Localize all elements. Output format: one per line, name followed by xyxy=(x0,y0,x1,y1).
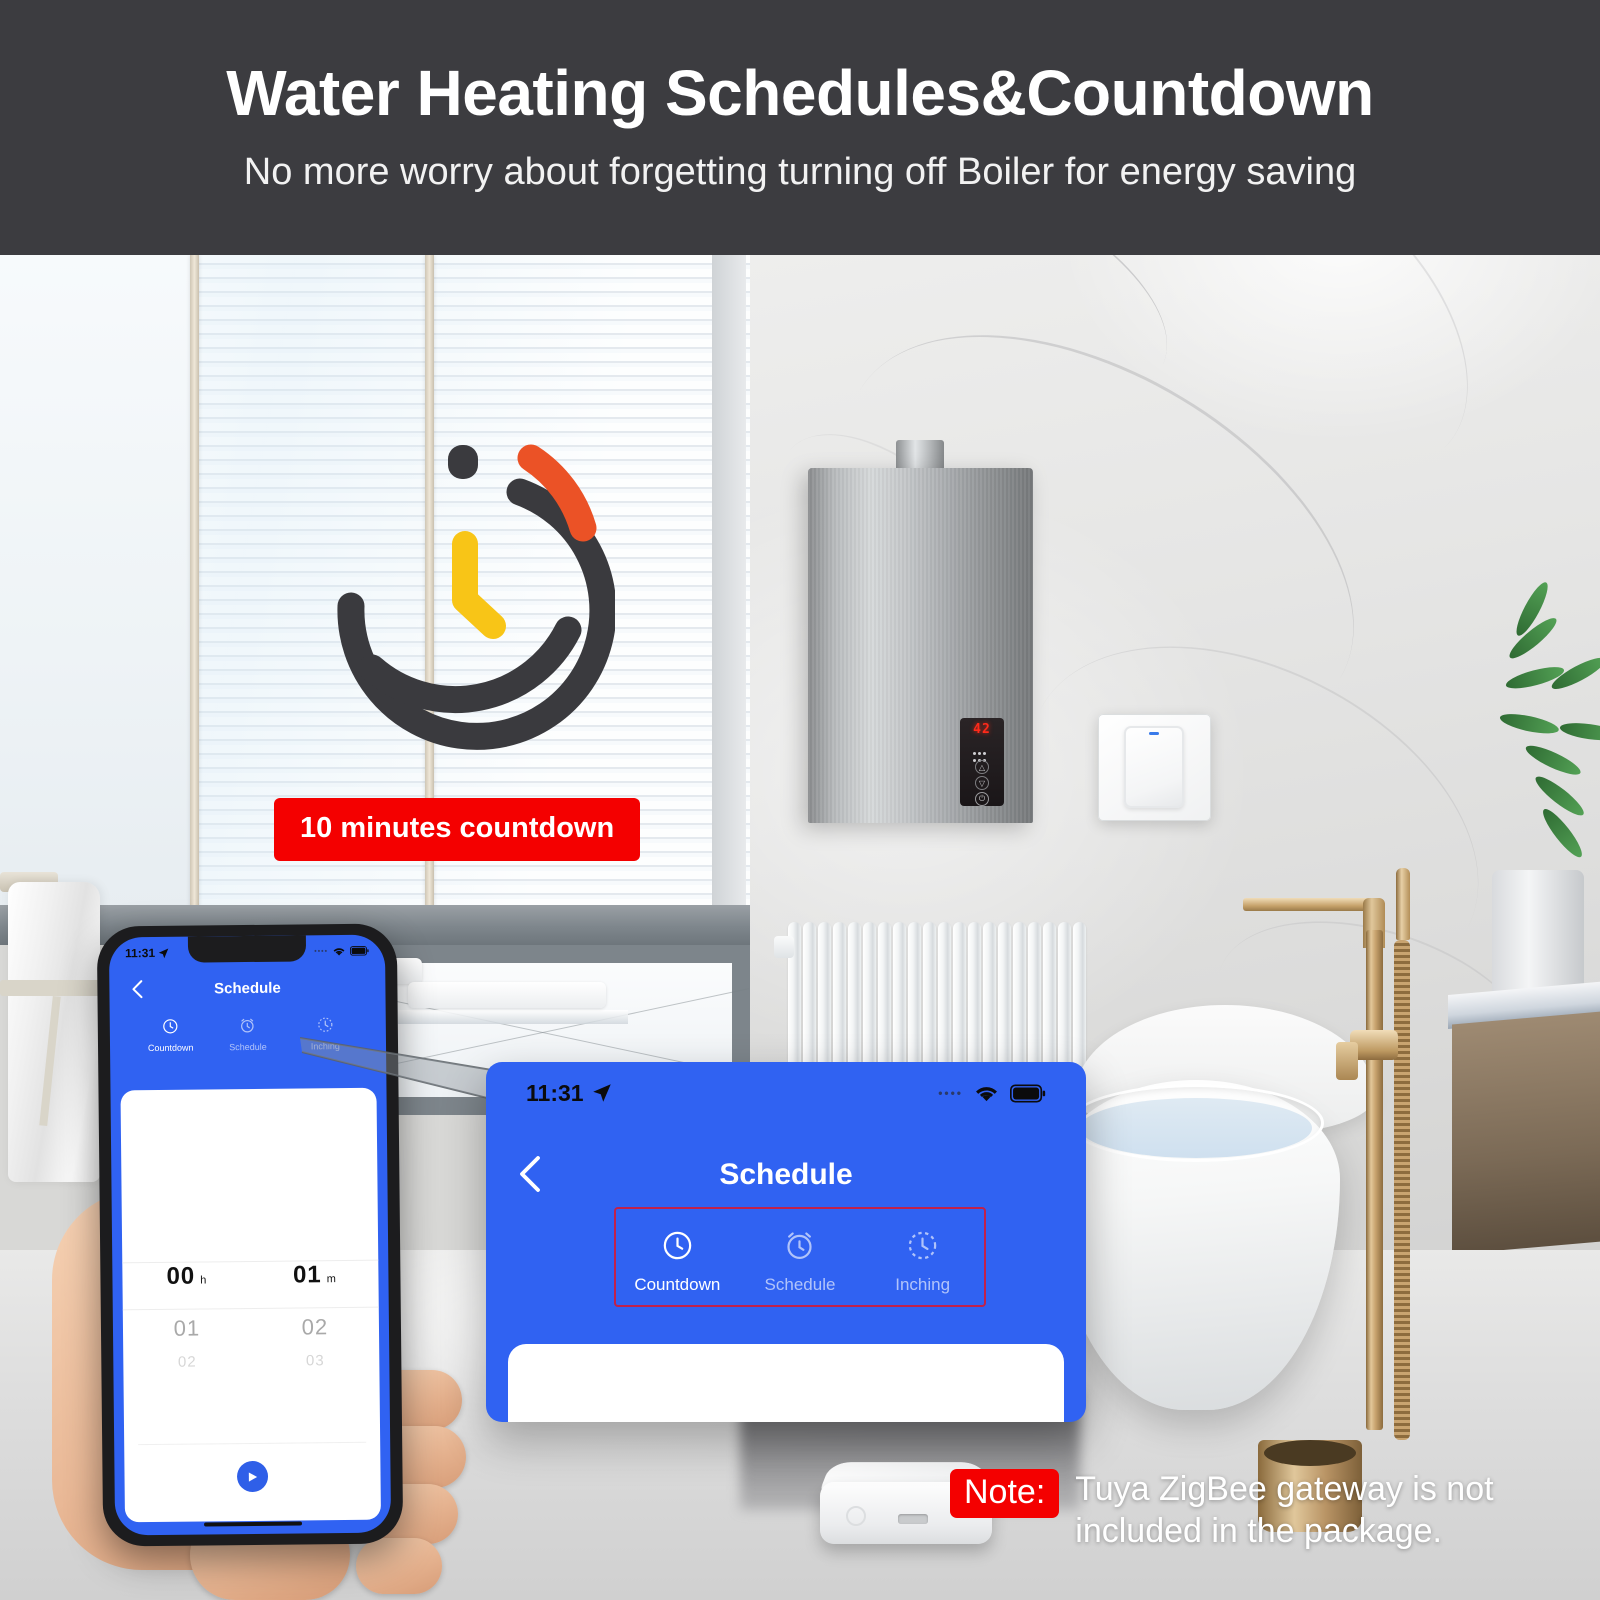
chevron-down-icon[interactable]: ▽ xyxy=(975,776,989,790)
phone-content-card: 00 h 01 m 01 02 02 03 xyxy=(120,1087,381,1523)
wall-corner-strip xyxy=(712,255,746,935)
time-picker-selected-row[interactable]: 00 h 01 m xyxy=(122,1259,379,1311)
home-indicator xyxy=(204,1521,303,1527)
minutes-unit: m xyxy=(326,1273,336,1286)
tab-countdown[interactable]: Countdown xyxy=(619,1226,735,1295)
signal-dots-icon: •••• xyxy=(314,947,329,955)
page-title: Schedule xyxy=(213,979,281,998)
power-icon[interactable]: ⏻ xyxy=(975,792,989,806)
gateway-reset-button[interactable] xyxy=(846,1506,866,1526)
tab-countdown[interactable]: Countdown xyxy=(134,1014,206,1053)
clock-icon xyxy=(134,1014,206,1037)
tab-label: Inching xyxy=(895,1274,951,1294)
switch-led-indicator xyxy=(1149,732,1159,735)
hours-next2-value: 02 xyxy=(177,1353,197,1371)
start-countdown-button[interactable] xyxy=(236,1460,269,1493)
divider xyxy=(138,1441,367,1446)
wifi-icon xyxy=(976,1086,997,1101)
status-time: 11:31 xyxy=(124,945,156,961)
stopwatch-icon xyxy=(315,440,617,785)
alarm-clock-icon xyxy=(742,1226,858,1266)
page-subtitle: No more worry about forgetting turning o… xyxy=(243,151,1357,193)
hours-picker[interactable]: 00 h xyxy=(122,1262,250,1309)
countdown-badge: 10 minutes countdown xyxy=(274,798,641,861)
window-mullion xyxy=(190,255,199,915)
mode-tabs-highlight-box: Countdown Schedule Inching xyxy=(614,1207,986,1307)
tab-label: Countdown xyxy=(634,1274,721,1294)
status-time: 11:31 xyxy=(526,1079,584,1106)
minutes-value: 01 xyxy=(292,1261,322,1289)
tablet-content-card xyxy=(508,1344,1064,1422)
gateway-usb-port xyxy=(898,1514,928,1524)
switch-rocker[interactable] xyxy=(1124,726,1184,808)
page-title: Schedule xyxy=(719,1158,853,1191)
phone-notch xyxy=(187,935,307,963)
folded-towel xyxy=(408,982,606,1008)
note-text: Tuya ZigBee gateway is not included in t… xyxy=(1075,1470,1494,1550)
chevron-up-icon[interactable]: △ xyxy=(975,760,989,774)
minutes-picker[interactable]: 01 m xyxy=(250,1261,378,1308)
play-icon xyxy=(248,1471,258,1482)
minutes-next2-value: 03 xyxy=(305,1352,325,1370)
battery-icon xyxy=(1010,1084,1046,1103)
package-note: Note: Tuya ZigBee gateway is not include… xyxy=(950,1469,1570,1552)
bucket-opening xyxy=(1264,1440,1356,1466)
glass-shelf xyxy=(398,1010,628,1024)
battery-icon xyxy=(350,946,369,956)
tab-label: Schedule xyxy=(764,1274,836,1294)
radiator-cap xyxy=(774,936,794,958)
faucet-handle[interactable] xyxy=(1336,1042,1358,1080)
page-title: Water Heating Schedules&Countdown xyxy=(226,57,1374,129)
faucet-column xyxy=(1366,930,1383,1430)
hours-next-value: 01 xyxy=(173,1315,201,1341)
tab-inching[interactable]: Inching xyxy=(865,1226,981,1295)
tab-label: Countdown xyxy=(147,1042,194,1054)
location-arrow-icon xyxy=(158,948,169,958)
potted-plant xyxy=(1440,579,1600,1020)
window-left-pane xyxy=(0,255,190,915)
tab-label: Schedule xyxy=(229,1041,267,1053)
tab-schedule[interactable]: Schedule xyxy=(742,1226,858,1295)
tablet-status-bar: 11:31 •••• xyxy=(486,1076,1086,1110)
boiler-control-panel[interactable]: 42 △ ▽ ⏻ xyxy=(960,718,1004,806)
tablet-app-screen[interactable]: 11:31 •••• Schedule Countdown Schedule I… xyxy=(486,1062,1086,1422)
phone-screen[interactable]: 11:31 •••• Schedule Countdown Schedule I… xyxy=(108,934,392,1536)
time-picker-next-row[interactable]: 01 02 xyxy=(123,1314,379,1343)
hours-value: 00 xyxy=(166,1262,196,1290)
finger xyxy=(356,1538,442,1594)
boiler-temperature-display: 42 xyxy=(973,722,991,737)
bathtub-water xyxy=(1080,1098,1312,1158)
note-tag: Note: xyxy=(950,1469,1060,1519)
wifi-icon xyxy=(333,947,345,955)
minutes-next-value: 02 xyxy=(301,1314,329,1340)
smartphone: 11:31 •••• Schedule Countdown Schedule I… xyxy=(96,923,404,1547)
page-header: Water Heating Schedules&Countdown No mor… xyxy=(0,0,1600,255)
smart-wall-switch[interactable] xyxy=(1098,714,1211,821)
clock-icon xyxy=(619,1226,735,1266)
towel-strap xyxy=(0,980,104,996)
alarm-clock-icon xyxy=(212,1014,284,1037)
dashed-clock-icon xyxy=(865,1226,981,1266)
shower-hose xyxy=(1394,940,1410,1440)
faucet-spout xyxy=(1243,898,1383,911)
hand-shower-head xyxy=(1396,868,1410,940)
time-picker-next2-row[interactable]: 02 03 xyxy=(123,1352,379,1372)
hours-unit: h xyxy=(200,1274,207,1287)
location-arrow-icon xyxy=(592,1084,611,1102)
tab-schedule[interactable]: Schedule xyxy=(212,1014,284,1053)
vanity-cabinet xyxy=(1452,1011,1600,1255)
signal-dots-icon: •••• xyxy=(938,1086,963,1100)
